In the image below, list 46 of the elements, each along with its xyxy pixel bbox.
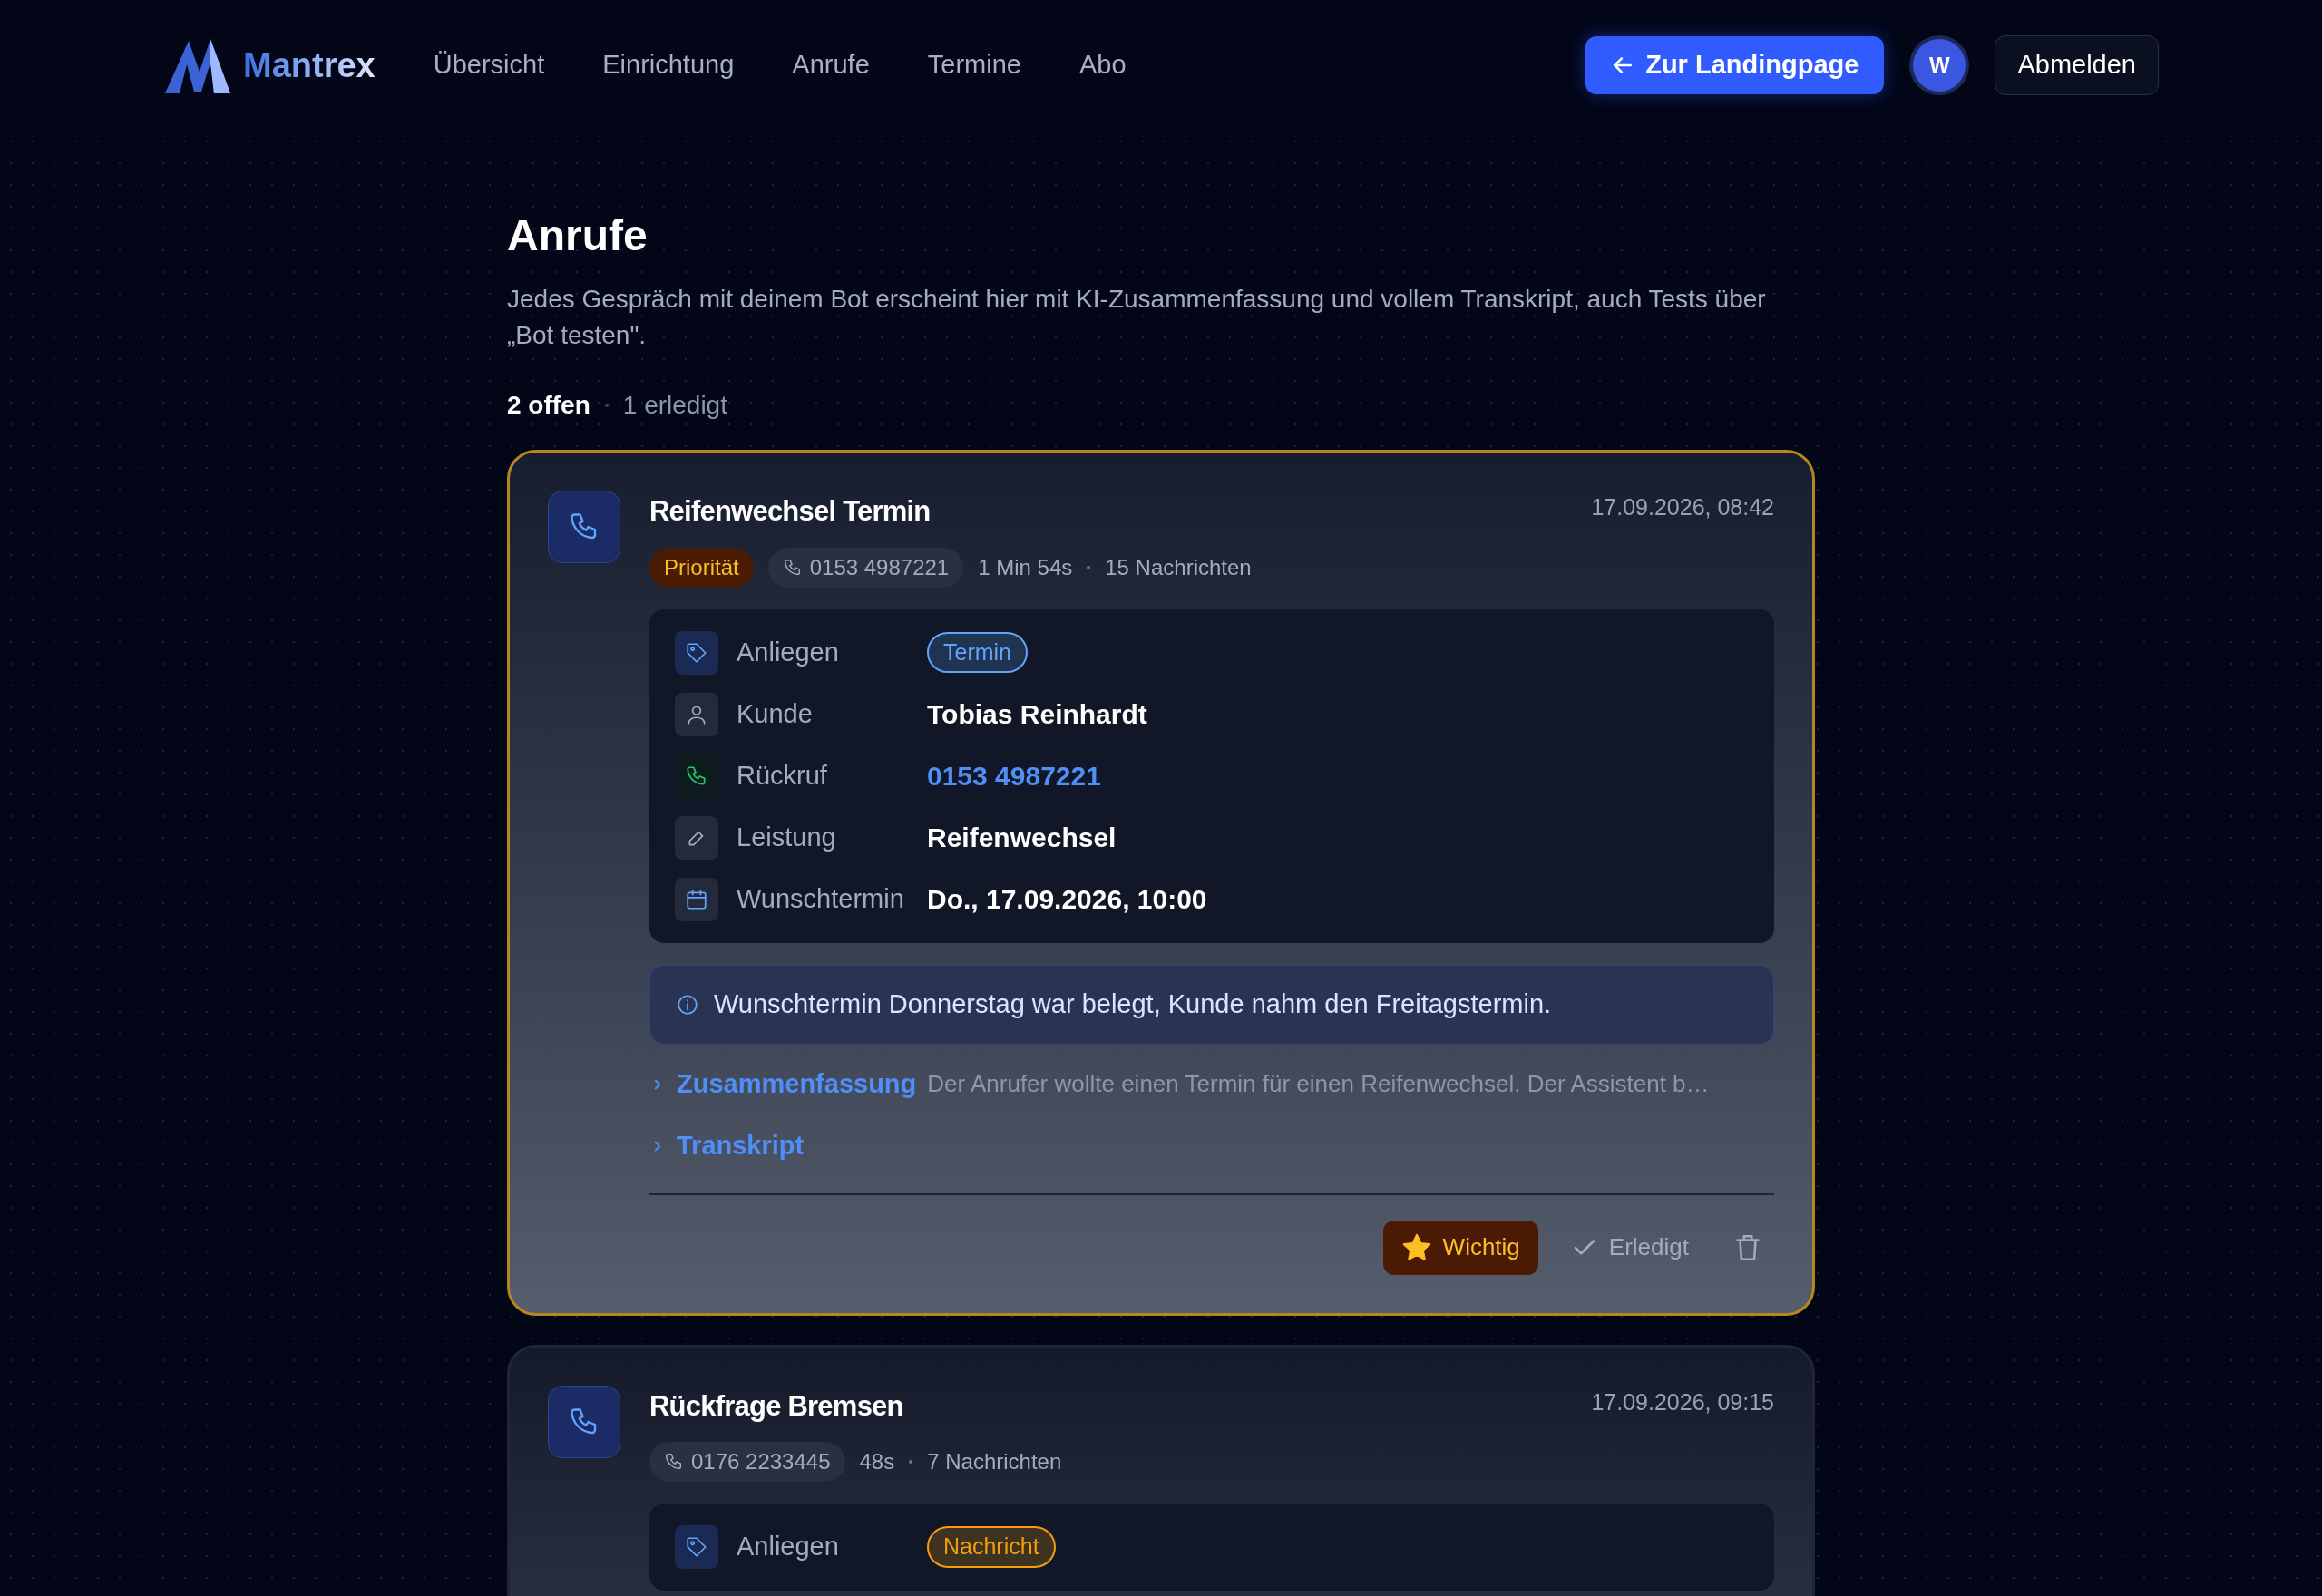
message-count: 15 Nachrichten (1105, 553, 1252, 581)
call-duration: 48s (859, 1448, 895, 1475)
phone-number: 0176 2233445 (691, 1448, 831, 1475)
nav-link[interactable]: Termine (927, 45, 1021, 85)
call-time: 17.09.2026, 08:42 (1591, 493, 1774, 521)
nav-link[interactable]: Anrufe (792, 45, 870, 85)
star-icon (1400, 1231, 1432, 1263)
phone-icon (685, 764, 708, 788)
detail-label: Anliegen (737, 1531, 840, 1563)
summary-preview: Der Anrufer wollte einen Termin für einen Reifenwechsel. Der Assistent b… (927, 1069, 1710, 1099)
phone-number: 0153 4987221 (809, 553, 950, 581)
calendar-icon (685, 887, 708, 911)
page-description: Jedes Gespräch mit deinem Bot erscheint hier mit KI-Zusammenfassung und vollem Transkript, auch Tests über „Bot testen". (507, 284, 1767, 351)
detail-label: Wunschtermin (737, 882, 905, 915)
detail-value: Tobias Reinhardt (927, 698, 1147, 731)
category-tag: Nachricht (927, 1526, 1056, 1568)
callback-number-link[interactable]: 0153 4987221 (927, 755, 1101, 796)
nav-link[interactable]: Abo (1078, 45, 1127, 85)
tag-icon (685, 1535, 708, 1559)
nav-link[interactable]: Einrichtung (602, 45, 735, 85)
note-text: Wunschtermin Donnerstag war belegt, Kunde nahm den Freitagstermin. (714, 988, 1552, 1020)
call-title: Rückfrage Bremsen (649, 1388, 903, 1424)
detail-label: Anliegen (737, 636, 840, 668)
detail-label: Rückruf (737, 759, 828, 792)
detail-value: Do., 17.09.2026, 10:00 (927, 883, 1207, 916)
call-title: Reifenwechsel Termin (649, 494, 931, 529)
phone-icon (782, 557, 803, 578)
filter-tab[interactable]: 2 offen (507, 386, 590, 424)
user-avatar[interactable]: W (1913, 39, 1966, 92)
priority-badge: Priorität (649, 547, 754, 588)
call-duration: 1 Min 54s (978, 553, 1073, 581)
tag-icon (685, 640, 708, 665)
logout-button[interactable]: Abmelden (1995, 35, 2159, 95)
nav-link[interactable]: Übersicht (433, 45, 545, 85)
call-time: 17.09.2026, 09:15 (1591, 1387, 1774, 1416)
message-count: 7 Nachrichten (927, 1448, 1062, 1475)
phone-icon (664, 1452, 684, 1472)
info-icon (676, 992, 699, 1017)
filter-tab[interactable]: 1 erledigt (622, 386, 727, 424)
important-button[interactable]: Wichtig (1382, 1220, 1538, 1275)
page-title: Anrufe (507, 210, 649, 261)
category-tag: Termin (927, 631, 1028, 674)
detail-label: Kunde (737, 697, 814, 730)
landing-page-button[interactable]: Zur Landingpage (1585, 36, 1885, 94)
detail-label: Leistung (737, 821, 837, 853)
detail-value: Reifenwechsel (927, 822, 1117, 854)
